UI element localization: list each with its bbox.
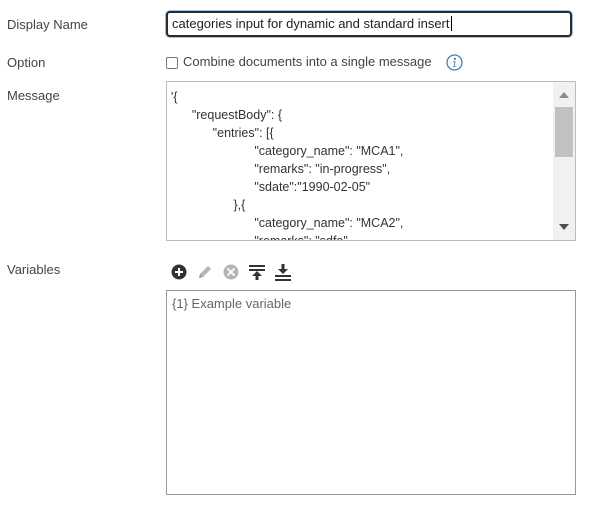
display-name-value: categories input for dynamic and standar… [172, 16, 450, 31]
display-name-input[interactable]: categories input for dynamic and standar… [166, 11, 572, 37]
message-content: '{ "requestBody": { "entries": [{ "categ… [171, 90, 404, 241]
info-icon[interactable] [446, 54, 463, 71]
message-textarea[interactable]: '{ "requestBody": { "entries": [{ "categ… [166, 81, 576, 241]
option-label: Option [7, 55, 46, 70]
move-bottom-icon[interactable] [274, 263, 292, 281]
move-top-icon[interactable] [248, 263, 266, 281]
text-caret [450, 16, 452, 31]
message-scrollbar[interactable] [553, 82, 575, 240]
message-label: Message [7, 88, 60, 103]
delete-icon[interactable] [222, 263, 240, 281]
scrollbar-thumb[interactable] [555, 107, 573, 157]
edit-icon[interactable] [196, 263, 214, 281]
scroll-down-arrow-icon[interactable] [559, 224, 569, 230]
variable-item[interactable]: {1} Example variable [172, 296, 291, 311]
add-icon[interactable] [170, 263, 188, 281]
display-name-label: Display Name [7, 17, 88, 32]
variables-label: Variables [7, 262, 61, 277]
combine-documents-checkbox[interactable] [166, 57, 178, 69]
combine-documents-label[interactable]: Combine documents into a single message [183, 54, 432, 69]
variables-list[interactable]: {1} Example variable [166, 290, 576, 495]
scroll-up-arrow-icon[interactable] [559, 92, 569, 98]
